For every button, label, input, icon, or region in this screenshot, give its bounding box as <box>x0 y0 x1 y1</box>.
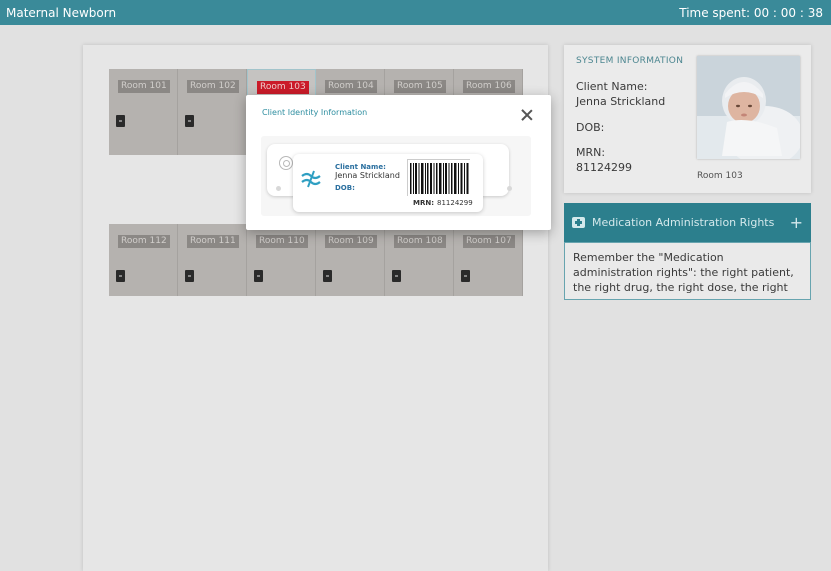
band-dob-label: DOB: <box>335 184 355 192</box>
band-name-value: Jenna Strickland <box>335 171 400 180</box>
top-bar: Maternal Newborn Time spent: 00 : 00 : 3… <box>0 0 831 25</box>
modal-title: Client Identity Information <box>262 108 368 117</box>
band-mrn-label: MRN: <box>413 199 435 207</box>
close-icon[interactable] <box>521 109 533 121</box>
hospital-logo-icon <box>300 169 322 189</box>
band-snap-icon <box>279 156 293 170</box>
timer-label: Time spent: 00 : 00 : 38 <box>679 5 823 20</box>
band-mrn-value: 81124299 <box>437 199 473 207</box>
client-identity-modal: Client Identity Information Client Name:… <box>246 95 551 230</box>
band-mrn: MRN: 81124299 <box>413 199 473 207</box>
wristband-front: Client Name: Jenna Strickland DOB: MRN: … <box>293 154 483 212</box>
band-dot <box>276 186 281 191</box>
id-band-image: Client Name: Jenna Strickland DOB: MRN: … <box>261 136 531 216</box>
barcode-image <box>407 159 471 197</box>
band-dot <box>507 186 512 191</box>
app-title: Maternal Newborn <box>6 5 117 20</box>
band-name-label: Client Name: <box>335 163 386 171</box>
